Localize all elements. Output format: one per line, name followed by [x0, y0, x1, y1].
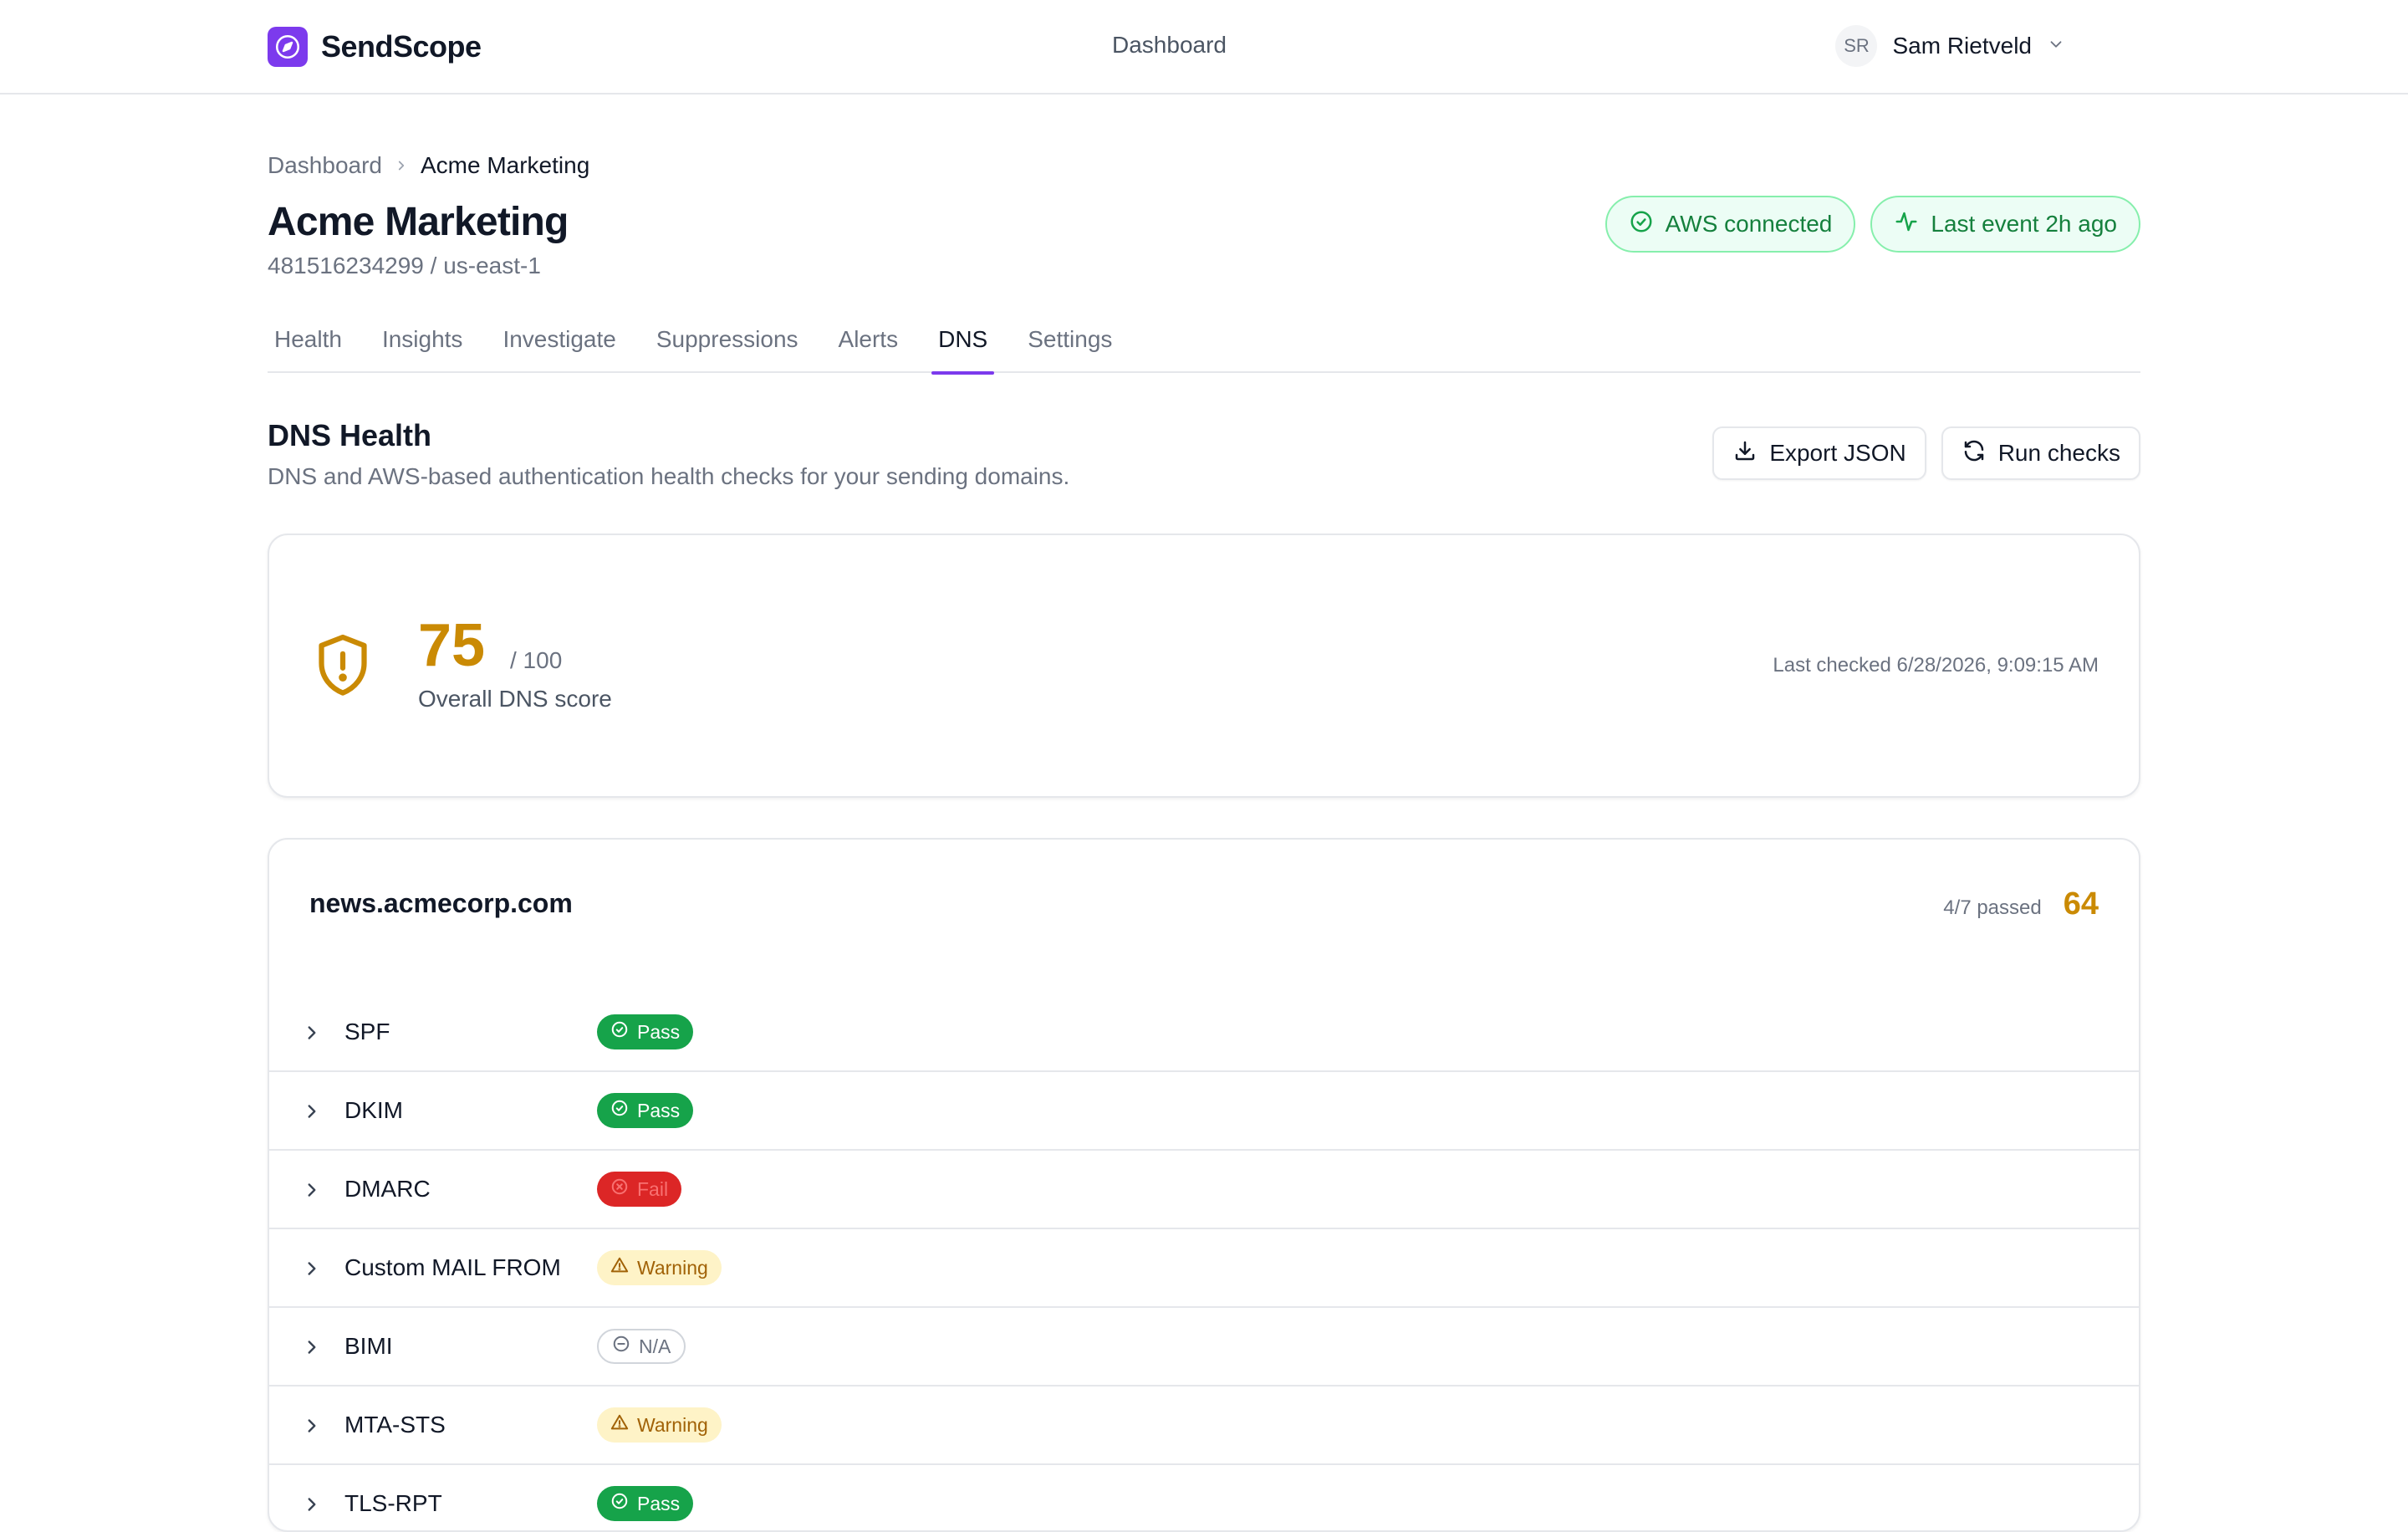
- check-row-dmarc[interactable]: DMARC Fail: [269, 1151, 2139, 1229]
- check-row-spf[interactable]: SPF Pass: [269, 993, 2139, 1072]
- status-label: Pass: [637, 1020, 681, 1043]
- status-label: Fail: [637, 1177, 669, 1200]
- brand[interactable]: SendScope: [268, 27, 482, 67]
- chevron-right-icon[interactable]: [301, 1258, 323, 1284]
- check-row-custom-mail-from[interactable]: Custom MAIL FROM Warning: [269, 1229, 2139, 1308]
- chevron-right-icon[interactable]: [301, 1494, 323, 1519]
- activity-icon: [1894, 209, 1919, 240]
- account-region: 481516234299 / us-east-1: [268, 253, 541, 278]
- user-menu[interactable]: SR Sam Rietveld: [1835, 25, 2065, 67]
- chevron-right-icon[interactable]: [301, 1022, 323, 1048]
- status-badge: Warning: [597, 1250, 722, 1285]
- tab-insights[interactable]: Insights: [375, 323, 470, 373]
- breadcrumb-current: Acme Marketing: [420, 152, 590, 178]
- overall-score-card: 75 / 100 Overall DNS score Last checked …: [268, 534, 2140, 798]
- overall-score-max: / 100: [510, 647, 563, 673]
- chevron-right-icon[interactable]: [301, 1415, 323, 1441]
- check-row-dkim[interactable]: DKIM Pass: [269, 1072, 2139, 1151]
- domain-card: news.acmecorp.com 4/7 passed 64 SPF Pass…: [268, 838, 2140, 1532]
- check-row-bimi[interactable]: BIMI N/A: [269, 1308, 2139, 1386]
- chevron-right-icon[interactable]: [301, 1336, 323, 1362]
- domain-score: 64: [2063, 886, 2099, 922]
- tab-investigate[interactable]: Investigate: [496, 323, 622, 373]
- sendscope-logo-icon: [268, 27, 308, 67]
- check-row-tls-rpt[interactable]: TLS-RPT Pass: [269, 1465, 2139, 1530]
- check-row-mta-sts[interactable]: MTA-STS Warning: [269, 1386, 2139, 1465]
- tab-settings[interactable]: Settings: [1021, 323, 1119, 373]
- run-checks-button[interactable]: Run checks: [1941, 426, 2140, 480]
- status-badge: Pass: [597, 1486, 694, 1521]
- last-event-badge: Last event 2h ago: [1870, 196, 2140, 253]
- export-json-button[interactable]: Export JSON: [1712, 426, 1926, 480]
- check-name: SPF: [344, 1019, 390, 1044]
- overall-score-value: 75: [418, 612, 486, 679]
- chevron-right-icon: [394, 152, 409, 179]
- tab-health[interactable]: Health: [268, 323, 349, 373]
- warning-triangle-icon: [610, 1413, 629, 1437]
- status-label: Warning: [637, 1413, 708, 1436]
- check-circle-icon: [1629, 209, 1654, 240]
- domain-name: news.acmecorp.com: [309, 888, 573, 918]
- status-pills: AWS connected Last event 2h ago: [1604, 196, 2140, 253]
- status-badge: N/A: [597, 1329, 686, 1364]
- status-badge: Fail: [597, 1172, 682, 1207]
- check-circle-icon: [610, 1099, 629, 1122]
- aws-status-badge: AWS connected: [1604, 196, 1856, 253]
- chevron-down-icon: [2047, 35, 2065, 58]
- tab-dns[interactable]: DNS: [931, 323, 995, 375]
- check-name: TLS-RPT: [344, 1490, 442, 1516]
- check-circle-icon: [610, 1492, 629, 1515]
- tab-suppressions[interactable]: Suppressions: [650, 323, 805, 373]
- run-checks-label: Run checks: [1997, 440, 2120, 466]
- download-icon: [1732, 438, 1758, 469]
- shield-alert-icon: [314, 632, 371, 703]
- tab-alerts[interactable]: Alerts: [832, 323, 906, 373]
- user-name: Sam Rietveld: [1892, 33, 2032, 59]
- chevron-right-icon[interactable]: [301, 1179, 323, 1205]
- breadcrumb: Dashboard Acme Marketing: [268, 152, 589, 179]
- chevron-right-icon[interactable]: [301, 1100, 323, 1126]
- check-circle-icon: [610, 1020, 629, 1044]
- status-label: Pass: [637, 1492, 681, 1514]
- check-name: MTA-STS: [344, 1412, 446, 1438]
- x-circle-icon: [610, 1177, 629, 1201]
- section-description: DNS and AWS-based authentication health …: [268, 463, 1070, 489]
- nav-dashboard-link[interactable]: Dashboard: [1112, 32, 1227, 59]
- checks-list: SPF Pass DKIM Pass DMARC Fail Custom MAI…: [269, 993, 2139, 1530]
- check-name: BIMI: [344, 1333, 393, 1359]
- domain-summary: 4/7 passed 64: [1943, 886, 2099, 922]
- section-actions: Export JSON Run checks: [1712, 426, 2140, 480]
- check-name: DKIM: [344, 1097, 403, 1123]
- breadcrumb-dashboard-link[interactable]: Dashboard: [268, 152, 382, 179]
- status-label: N/A: [639, 1335, 671, 1357]
- avatar: SR: [1835, 25, 1878, 67]
- last-checked-timestamp: Last checked 6/28/2026, 9:09:15 AM: [1773, 654, 2099, 677]
- checks-passed-count: 4/7 passed: [1943, 896, 2042, 919]
- tab-bar: Health Insights Investigate Suppressions…: [268, 323, 2140, 375]
- minus-circle-icon: [612, 1335, 630, 1358]
- status-badge: Pass: [597, 1093, 694, 1128]
- last-event-label: Last event 2h ago: [1931, 211, 2117, 237]
- status-badge: Pass: [597, 1014, 694, 1049]
- status-label: Pass: [637, 1099, 681, 1121]
- status-label: Warning: [637, 1256, 708, 1279]
- check-name: DMARC: [344, 1176, 431, 1202]
- top-bar: SendScope Dashboard SR Sam Rietveld: [0, 0, 2408, 94]
- refresh-icon: [1962, 438, 1987, 469]
- check-name: Custom MAIL FROM: [344, 1254, 561, 1280]
- export-json-label: Export JSON: [1769, 440, 1906, 466]
- aws-status-label: AWS connected: [1665, 211, 1833, 237]
- page-title: Acme Marketing: [268, 200, 569, 244]
- section-title: DNS Health: [268, 418, 432, 452]
- status-badge: Warning: [597, 1407, 722, 1443]
- warning-triangle-icon: [610, 1256, 629, 1279]
- brand-name: SendScope: [321, 29, 482, 64]
- overall-score-label: Overall DNS score: [418, 686, 612, 712]
